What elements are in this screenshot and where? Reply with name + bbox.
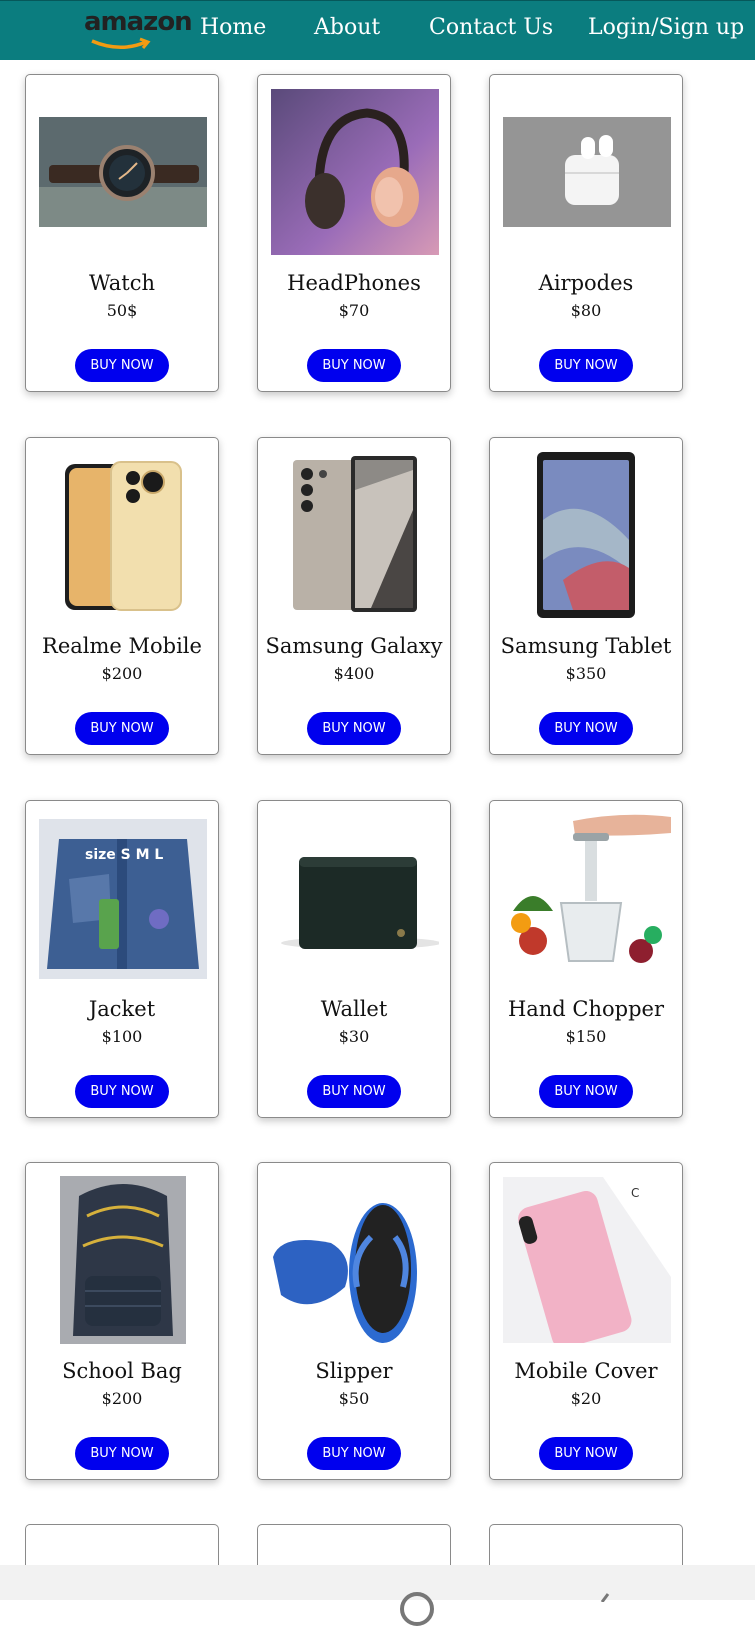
jacket-image: size S M L: [39, 819, 207, 979]
product-name: Watch: [88, 271, 155, 295]
product-price: $350: [565, 664, 607, 683]
navbar: amazon Home About Contact Us Login/Sign …: [0, 0, 755, 60]
nav-login-link[interactable]: Login/Sign up: [588, 15, 744, 40]
buy-now-button[interactable]: BUY NOW: [539, 712, 633, 745]
product-price: $80: [570, 301, 602, 320]
buy-now-button[interactable]: BUY NOW: [307, 1075, 401, 1108]
product-card-realme-mobile: Realme Mobile $200 BUY NOW: [25, 437, 219, 755]
buy-now-button[interactable]: BUY NOW: [307, 349, 401, 382]
product-card-wallet: Wallet $30 BUY NOW: [257, 800, 451, 1118]
svg-text:C: C: [631, 1186, 639, 1200]
mobile-cover-image: C: [503, 1177, 671, 1343]
product-card-headphones: HeadPhones $70 BUY NOW: [257, 74, 451, 392]
product-card-school-bag: School Bag $200 BUY NOW: [25, 1162, 219, 1480]
product-name: Airpodes: [538, 271, 634, 295]
nav-about-link[interactable]: About: [314, 15, 380, 40]
product-card-watch: Watch 50$ BUY NOW: [25, 74, 219, 392]
product-name: Realme Mobile: [42, 634, 202, 658]
product-price: $70: [338, 301, 370, 320]
product-price: $400: [333, 664, 375, 683]
product-card-jacket: size S M L Jacket $100 BUY NOW: [25, 800, 219, 1118]
product-name: HeadPhones: [287, 271, 421, 295]
buy-now-button[interactable]: BUY NOW: [75, 1437, 169, 1470]
buy-now-button[interactable]: BUY NOW: [539, 349, 633, 382]
product-price: $20: [570, 1389, 602, 1408]
product-price: $30: [338, 1027, 370, 1046]
realme-mobile-image: [39, 450, 207, 620]
svg-text:size S M L: size S M L: [85, 847, 163, 863]
product-name: Wallet: [320, 997, 388, 1021]
watch-image: [39, 117, 207, 227]
product-card-samsung-tablet: Samsung Tablet $350 BUY NOW: [489, 437, 683, 755]
school-bag-image: [39, 1176, 207, 1344]
buy-now-button[interactable]: BUY NOW: [75, 712, 169, 745]
nav-home-link[interactable]: Home: [200, 15, 266, 40]
product-card-samsung-galaxy: Samsung Galaxy $400 BUY NOW: [257, 437, 451, 755]
back-arrow-icon[interactable]: [600, 1592, 614, 1602]
product-price: $200: [101, 664, 143, 683]
product-card-airpods: Airpodes $80 BUY NOW: [489, 74, 683, 392]
airpods-image: [503, 117, 671, 227]
product-name: Samsung Galaxy: [265, 634, 443, 658]
product-name: Slipper: [315, 1359, 393, 1383]
product-name: Hand Chopper: [507, 997, 665, 1021]
smile-arrow-icon: [91, 37, 151, 49]
buy-now-button[interactable]: BUY NOW: [307, 712, 401, 745]
hand-chopper-image: [503, 811, 671, 981]
buy-now-button[interactable]: BUY NOW: [75, 349, 169, 382]
buy-now-button[interactable]: BUY NOW: [539, 1075, 633, 1108]
slipper-image: [271, 1177, 439, 1343]
home-circle-icon[interactable]: [400, 1592, 434, 1626]
product-price: $200: [101, 1389, 143, 1408]
wallet-image: [271, 843, 439, 953]
amazon-logo[interactable]: amazon: [82, 7, 193, 57]
buy-now-button[interactable]: BUY NOW: [539, 1437, 633, 1470]
headphones-image: [271, 89, 439, 255]
product-card-slipper: Slipper $50 BUY NOW: [257, 1162, 451, 1480]
product-name: Jacket: [88, 997, 156, 1021]
product-price: $150: [565, 1027, 607, 1046]
product-price: $100: [101, 1027, 143, 1046]
system-navigation-bar: [0, 1565, 755, 1626]
logo-text: amazon: [84, 7, 193, 37]
buy-now-button[interactable]: BUY NOW: [75, 1075, 169, 1108]
product-card-hand-chopper: Hand Chopper $150 BUY NOW: [489, 800, 683, 1118]
product-name: Mobile Cover: [514, 1359, 658, 1383]
product-card-mobile-cover: C Mobile Cover $20 BUY NOW: [489, 1162, 683, 1480]
product-price: $50: [338, 1389, 370, 1408]
buy-now-button[interactable]: BUY NOW: [307, 1437, 401, 1470]
samsung-tablet-image: [503, 450, 671, 620]
product-price: 50$: [106, 301, 138, 320]
product-name: Samsung Tablet: [500, 634, 672, 658]
product-name: School Bag: [62, 1359, 182, 1383]
samsung-galaxy-image: [271, 450, 439, 620]
nav-contact-link[interactable]: Contact Us: [429, 15, 553, 40]
